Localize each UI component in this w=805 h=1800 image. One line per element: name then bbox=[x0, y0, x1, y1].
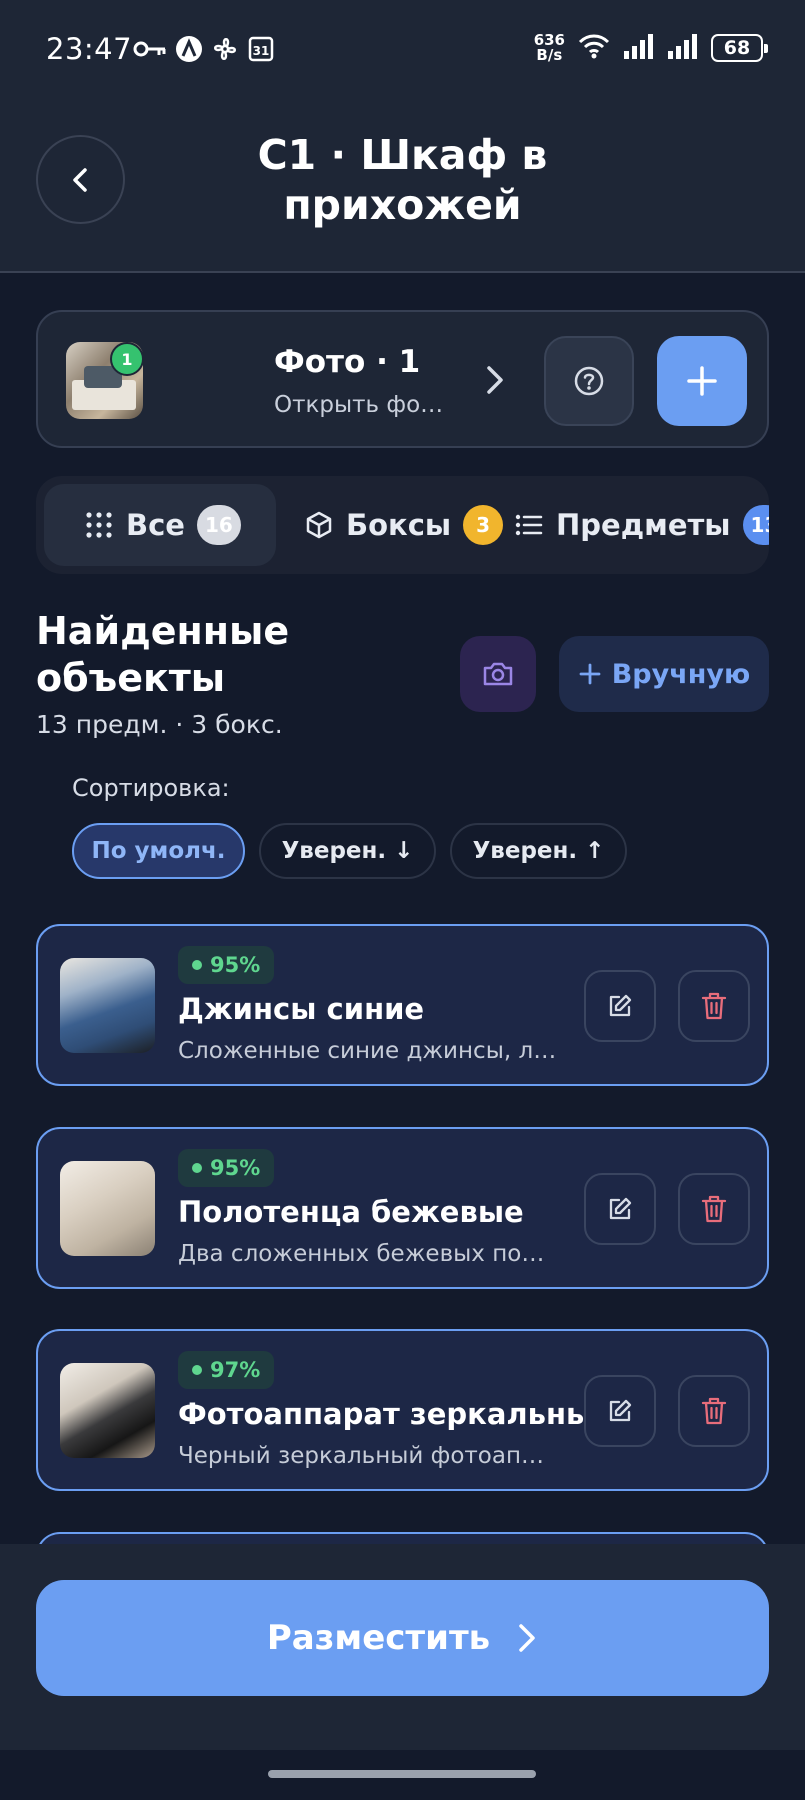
status-system-icons: 636 B/s 68 bbox=[533, 31, 768, 64]
back-button[interactable] bbox=[36, 135, 125, 224]
item-image bbox=[60, 1161, 155, 1256]
delete-button[interactable] bbox=[678, 1173, 750, 1245]
item-name: Фотоаппарат зеркальный bbox=[178, 1397, 613, 1431]
tab-all[interactable]: Все 16 bbox=[44, 484, 276, 566]
app-a-icon bbox=[175, 34, 203, 64]
manual-label: Вручную bbox=[611, 658, 751, 690]
add-manually-button[interactable]: Вручную bbox=[559, 636, 769, 712]
sort-label: Сортировка: bbox=[72, 774, 230, 802]
edit-icon bbox=[609, 994, 632, 1017]
trash-icon bbox=[701, 1195, 727, 1223]
tab-count: 16 bbox=[196, 505, 241, 545]
delete-button[interactable] bbox=[678, 970, 750, 1042]
section-title: Найденные объекты bbox=[36, 609, 290, 700]
photo-count-badge: 1 bbox=[110, 342, 144, 376]
tab-label: Предметы bbox=[556, 508, 731, 542]
filter-tabs: Все 16 Боксы 3 Предметы 13 bbox=[36, 476, 769, 574]
fan-icon bbox=[211, 34, 239, 64]
cube-icon bbox=[306, 511, 332, 539]
help-button[interactable] bbox=[544, 336, 634, 426]
signal-icon-2 bbox=[667, 33, 699, 63]
item-description: Два сложенных бежевых полотенца bbox=[178, 1241, 558, 1267]
item-image bbox=[60, 1363, 155, 1458]
svg-text:31: 31 bbox=[253, 44, 270, 58]
edit-icon bbox=[609, 1197, 632, 1220]
section-subtitle: 13 предм. · 3 бокс. bbox=[36, 710, 283, 739]
wifi-icon bbox=[577, 32, 611, 64]
camera-icon bbox=[483, 662, 513, 686]
confidence-badge: 95% bbox=[178, 946, 275, 984]
home-indicator[interactable] bbox=[268, 1770, 536, 1778]
network-speed: 636 B/s bbox=[533, 31, 565, 64]
item-card[interactable]: 95% Джинсы синие Сложенные синие джинсы,… bbox=[36, 924, 769, 1086]
question-icon bbox=[574, 366, 604, 396]
list-icon bbox=[515, 514, 543, 536]
place-button[interactable]: Разместить bbox=[36, 1580, 769, 1696]
battery-indicator: 68 bbox=[711, 34, 768, 62]
photo-title: Фото · 1 bbox=[274, 344, 421, 380]
photo-card[interactable]: 1 Фото · 1 Открыть фотографии bbox=[36, 310, 769, 448]
plus-icon bbox=[579, 663, 601, 685]
plus-icon bbox=[687, 366, 717, 396]
confidence-badge: 95% bbox=[178, 1149, 275, 1187]
item-name: Полотенца бежевые bbox=[178, 1195, 524, 1229]
item-image bbox=[60, 958, 155, 1053]
sort-confidence-asc-chip[interactable]: Уверен. ↑ bbox=[450, 823, 627, 879]
tab-boxes[interactable]: Боксы 3 bbox=[304, 484, 504, 566]
status-time: 23:47 bbox=[46, 32, 133, 66]
edit-button[interactable] bbox=[584, 970, 656, 1042]
edit-button[interactable] bbox=[584, 1173, 656, 1245]
tab-label: Все bbox=[126, 508, 185, 542]
tab-items[interactable]: Предметы 13 bbox=[514, 484, 769, 566]
photo-subtitle: Открыть фотографии bbox=[274, 392, 454, 418]
place-label: Разместить bbox=[266, 1618, 491, 1658]
calendar-icon: 31 bbox=[247, 34, 275, 64]
item-card[interactable]: 95% Полотенца бежевые Два сложенных беже… bbox=[36, 1127, 769, 1289]
sort-confidence-desc-chip[interactable]: Уверен. ↓ bbox=[259, 823, 436, 879]
camera-button[interactable] bbox=[460, 636, 536, 712]
signal-icon bbox=[623, 33, 655, 63]
confidence-badge: 97% bbox=[178, 1351, 275, 1389]
trash-icon bbox=[701, 1397, 727, 1425]
item-description: Черный зеркальный фотоаппарат bbox=[178, 1443, 558, 1469]
item-card[interactable]: 97% Фотоаппарат зеркальный Черный зеркал… bbox=[36, 1329, 769, 1491]
status-bar: 23:47 31 636 B/s 68 bbox=[0, 0, 805, 100]
chevron-right-icon[interactable] bbox=[482, 360, 508, 404]
delete-button[interactable] bbox=[678, 1375, 750, 1447]
key-icon bbox=[133, 34, 167, 64]
trash-icon bbox=[701, 992, 727, 1020]
grid-icon bbox=[86, 512, 112, 538]
edit-button[interactable] bbox=[584, 1375, 656, 1447]
tab-count: 13 bbox=[742, 505, 769, 545]
chevron-left-icon bbox=[72, 167, 87, 192]
tab-label: Боксы bbox=[346, 508, 452, 542]
item-name: Джинсы синие bbox=[178, 992, 425, 1026]
status-notification-icons: 31 bbox=[133, 34, 275, 64]
item-description: Сложенные синие джинсы, лежат на полке bbox=[178, 1038, 558, 1064]
edit-icon bbox=[609, 1399, 632, 1422]
page-title: С1 · Шкаф в прихожей bbox=[257, 131, 548, 229]
chevron-right-icon bbox=[519, 1624, 535, 1652]
sort-default-chip[interactable]: По умолч. bbox=[72, 823, 245, 879]
tab-count: 3 bbox=[463, 505, 504, 545]
add-photo-button[interactable] bbox=[657, 336, 747, 426]
